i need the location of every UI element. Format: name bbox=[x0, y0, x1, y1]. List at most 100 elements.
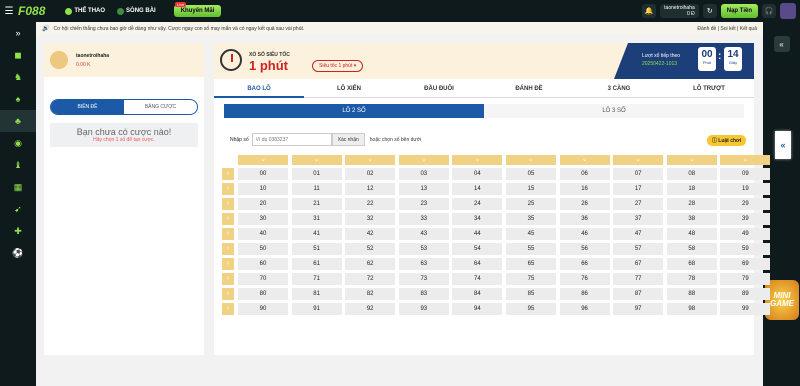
number-cell[interactable]: 01 bbox=[291, 168, 342, 180]
number-cell[interactable]: 61 bbox=[291, 258, 342, 270]
nav-sports[interactable]: THỂ THAO bbox=[65, 7, 105, 15]
number-cell[interactable]: 39 bbox=[720, 213, 771, 225]
number-cell[interactable]: 63 bbox=[398, 258, 449, 270]
number-cell[interactable]: 82 bbox=[345, 288, 396, 300]
number-cell[interactable]: 87 bbox=[613, 288, 664, 300]
number-cell[interactable]: 08 bbox=[666, 168, 717, 180]
marquee-links[interactable]: Đánh đề | Soi kết | Kết quả bbox=[697, 26, 763, 32]
tab-bao-lo[interactable]: BAO LÔ bbox=[214, 81, 304, 98]
sidebar-item-lottery-icon[interactable]: ♣ bbox=[0, 110, 36, 132]
number-cell[interactable]: 40 bbox=[238, 228, 288, 240]
number-cell[interactable]: 65 bbox=[505, 258, 556, 270]
number-cell[interactable]: 89 bbox=[720, 288, 771, 300]
number-cell[interactable]: 19 bbox=[720, 183, 771, 195]
number-cell[interactable]: 59 bbox=[720, 243, 771, 255]
number-cell[interactable]: 09 bbox=[720, 168, 771, 180]
number-cell[interactable]: 68 bbox=[666, 258, 717, 270]
collapse-icon[interactable]: « bbox=[773, 36, 790, 52]
number-cell[interactable]: 51 bbox=[291, 243, 342, 255]
number-cell[interactable]: 73 bbox=[398, 273, 449, 285]
number-cell[interactable]: 92 bbox=[345, 303, 396, 315]
number-cell[interactable]: 28 bbox=[666, 198, 717, 210]
sidebar-item-cock-icon[interactable]: ♝ bbox=[0, 154, 36, 176]
number-cell[interactable]: 36 bbox=[559, 213, 610, 225]
number-cell[interactable]: 69 bbox=[720, 258, 771, 270]
number-cell[interactable]: 10 bbox=[238, 183, 288, 195]
refresh-icon[interactable]: ↻ bbox=[702, 4, 717, 18]
number-cell[interactable]: 05 bbox=[505, 168, 556, 180]
number-cell[interactable]: 46 bbox=[559, 228, 610, 240]
number-cell[interactable]: 24 bbox=[452, 198, 503, 210]
tab-bien-de[interactable]: BIÊN ĐỀ bbox=[51, 100, 124, 114]
number-cell[interactable]: 90 bbox=[238, 303, 288, 315]
number-cell[interactable]: 43 bbox=[398, 228, 449, 240]
number-cell[interactable]: 42 bbox=[345, 228, 396, 240]
row-select-icon[interactable]: › bbox=[222, 288, 234, 300]
logo[interactable]: F088 bbox=[18, 4, 45, 18]
number-cell[interactable]: 13 bbox=[398, 183, 449, 195]
number-cell[interactable]: 34 bbox=[452, 213, 503, 225]
number-cell[interactable]: 70 bbox=[238, 273, 288, 285]
number-cell[interactable]: 23 bbox=[398, 198, 449, 210]
row-select-icon[interactable]: › bbox=[222, 168, 234, 180]
sidebar-item-slots-icon[interactable]: ♞ bbox=[0, 66, 36, 88]
number-cell[interactable]: 48 bbox=[666, 228, 717, 240]
number-cell[interactable]: 88 bbox=[666, 288, 717, 300]
row-select-icon[interactable]: › bbox=[222, 183, 234, 195]
number-cell[interactable]: 07 bbox=[613, 168, 664, 180]
number-cell[interactable]: 60 bbox=[238, 258, 288, 270]
number-cell[interactable]: 98 bbox=[666, 303, 717, 315]
nav-casino[interactable]: SÒNG BÀI bbox=[117, 7, 156, 15]
column-select-icon[interactable]: ⌄ bbox=[613, 155, 664, 165]
sidebar-item-chart-icon[interactable]: ▦ bbox=[0, 176, 36, 198]
sidebar-item-games-icon[interactable]: ◼ bbox=[0, 44, 36, 66]
number-cell[interactable]: 38 bbox=[666, 213, 717, 225]
number-cell[interactable]: 62 bbox=[345, 258, 396, 270]
tab-danh-de[interactable]: ĐÁNH ĐỀ bbox=[484, 81, 574, 98]
column-select-icon[interactable]: ⌄ bbox=[291, 155, 342, 165]
number-cell[interactable]: 29 bbox=[720, 198, 771, 210]
headset-icon[interactable]: 🎧 bbox=[762, 4, 776, 18]
avatar[interactable] bbox=[780, 3, 796, 19]
column-select-icon[interactable]: ⌄ bbox=[559, 155, 610, 165]
number-cell[interactable]: 33 bbox=[398, 213, 449, 225]
number-cell[interactable]: 67 bbox=[613, 258, 664, 270]
row-select-icon[interactable]: › bbox=[222, 228, 234, 240]
number-cell[interactable]: 80 bbox=[238, 288, 288, 300]
sidebar-item-expand[interactable]: » bbox=[0, 22, 36, 44]
tab-bang-cuoc[interactable]: BẢNG CƯỢC bbox=[124, 100, 197, 114]
number-cell[interactable]: 17 bbox=[613, 183, 664, 195]
number-cell[interactable]: 78 bbox=[666, 273, 717, 285]
number-cell[interactable]: 26 bbox=[559, 198, 610, 210]
tab-lo-xien[interactable]: LÔ XIÊN bbox=[304, 81, 394, 98]
tab-dau-duoi[interactable]: ĐẦU ĐUÔI bbox=[394, 81, 484, 98]
number-cell[interactable]: 52 bbox=[345, 243, 396, 255]
number-cell[interactable]: 91 bbox=[291, 303, 342, 315]
sidebar-item-ball-icon[interactable]: ⚽ bbox=[0, 242, 36, 264]
number-cell[interactable]: 35 bbox=[505, 213, 556, 225]
number-cell[interactable]: 03 bbox=[398, 168, 449, 180]
number-cell[interactable]: 64 bbox=[452, 258, 503, 270]
sidebar-item-gamepad-icon[interactable]: ✚ bbox=[0, 220, 36, 242]
number-cell[interactable]: 55 bbox=[505, 243, 556, 255]
number-cell[interactable]: 41 bbox=[291, 228, 342, 240]
number-input[interactable] bbox=[251, 133, 332, 146]
number-cell[interactable]: 53 bbox=[398, 243, 449, 255]
deposit-button[interactable]: Nạp Tiền bbox=[720, 4, 758, 18]
number-cell[interactable]: 66 bbox=[559, 258, 610, 270]
number-cell[interactable]: 27 bbox=[613, 198, 664, 210]
number-cell[interactable]: 76 bbox=[559, 273, 610, 285]
number-cell[interactable]: 96 bbox=[559, 303, 610, 315]
number-cell[interactable]: 21 bbox=[291, 198, 342, 210]
number-cell[interactable]: 31 bbox=[291, 213, 342, 225]
confirm-button[interactable]: Xác nhận bbox=[331, 133, 365, 146]
number-cell[interactable]: 56 bbox=[559, 243, 610, 255]
panel-collapse-icon[interactable]: « bbox=[775, 131, 791, 159]
number-cell[interactable]: 22 bbox=[345, 198, 396, 210]
sidebar-item-cards-icon[interactable]: ♠ bbox=[0, 88, 36, 110]
number-cell[interactable]: 84 bbox=[452, 288, 503, 300]
number-cell[interactable]: 02 bbox=[345, 168, 396, 180]
column-select-icon[interactable]: ⌄ bbox=[398, 155, 449, 165]
number-cell[interactable]: 11 bbox=[291, 183, 342, 195]
number-cell[interactable]: 25 bbox=[505, 198, 556, 210]
